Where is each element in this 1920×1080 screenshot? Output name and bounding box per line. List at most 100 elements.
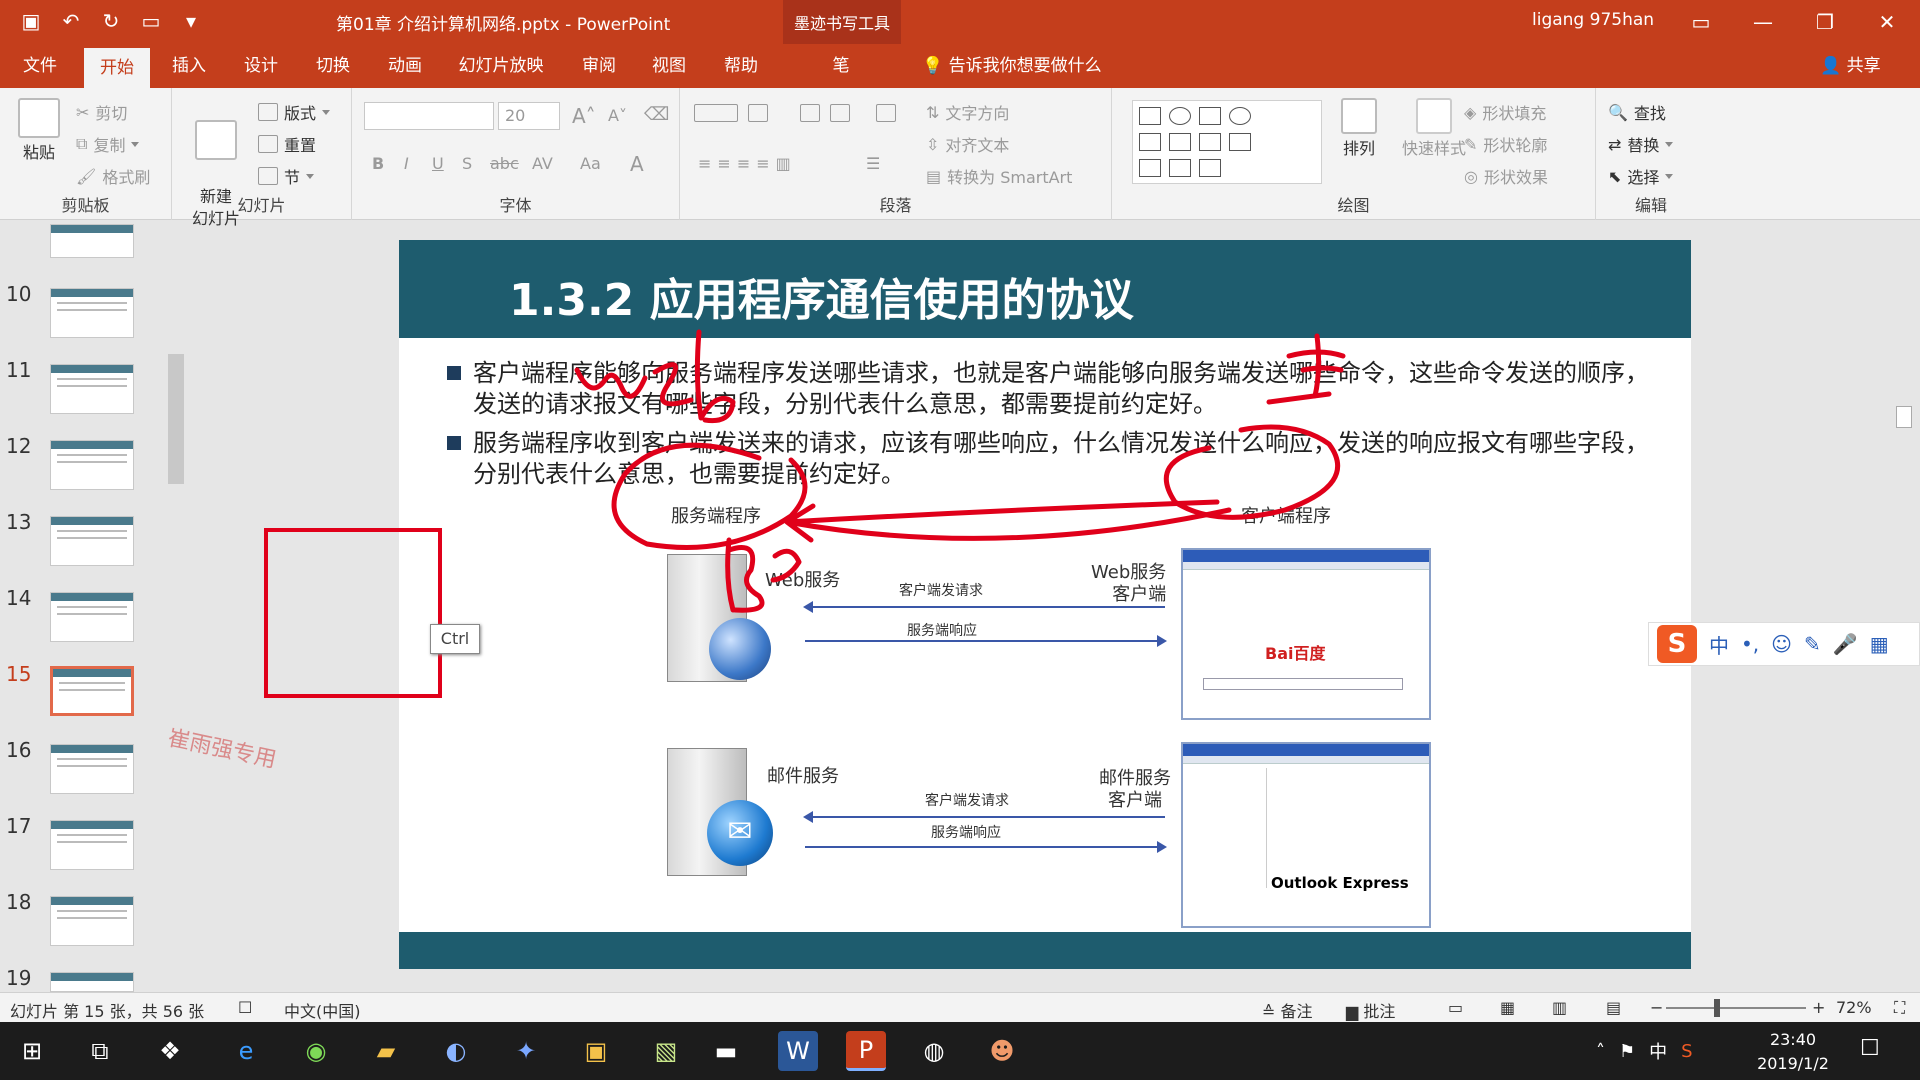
tab-slideshow[interactable]: 幻灯片放映 [450,44,552,88]
increase-indent-icon[interactable] [830,104,850,122]
textbox-shape-icon[interactable] [1139,107,1161,125]
ime-lang-indicator[interactable]: 中 [1709,630,1729,659]
app-icon-7[interactable]: ☻ [982,1031,1022,1071]
quick-styles-button[interactable]: 快速样式 [1394,98,1474,160]
share-button[interactable]: 👤 共享 [1820,44,1881,88]
shadow-button[interactable]: S [462,154,472,173]
redo-icon[interactable]: ↻ [96,6,126,36]
edge-browser-icon[interactable]: e [226,1031,266,1071]
notes-button[interactable]: ≙ 备注 [1262,998,1313,1022]
down-arrow-shape-icon[interactable] [1229,133,1251,151]
shape-fill-button[interactable]: ◈ 形状填充 [1464,100,1546,124]
rectangle-shape-icon[interactable] [1199,107,1221,125]
bullets-icon[interactable] [694,104,738,122]
normal-view-icon[interactable]: ▭ [1448,998,1463,1017]
bold-button[interactable]: B [372,154,384,173]
tab-help[interactable]: 帮助 [712,44,770,88]
columns-icon[interactable]: ☰ [866,154,880,173]
slide-canvas[interactable]: 1.3.2 应用程序通信使用的协议 客户端程序能够向服务端程序发送哪些请求，也就… [399,240,1691,969]
save-icon[interactable]: ▣ [16,6,46,36]
arrow-shape-icon[interactable] [1199,133,1221,151]
app-icon-2[interactable]: ◐ [436,1031,476,1071]
section-button[interactable]: 节 [258,164,315,188]
paste-button[interactable]: 粘贴 [14,98,64,164]
triangle-shape-icon[interactable] [1169,133,1191,151]
line-spacing-icon[interactable] [876,104,896,122]
word-icon[interactable]: W [778,1031,818,1071]
tray-expand-icon[interactable]: ˄ [1596,1041,1605,1062]
align-buttons[interactable]: ≡≡≡≡▥ [698,154,797,173]
select-button[interactable]: ⬉ 选择 [1608,164,1674,188]
align-text-button[interactable]: ⇳ 对齐文本 [926,132,1009,156]
tray-ime-indicator[interactable]: 中 [1649,1038,1667,1064]
ime-punct-icon[interactable]: •, [1741,632,1759,656]
thumbnail-slide[interactable] [50,440,134,490]
thumbnail-slide[interactable] [50,896,134,946]
clear-formatting-icon[interactable]: ⌫ [644,104,669,125]
italic-button[interactable]: I [404,154,409,173]
zoom-level[interactable]: 72% [1836,998,1872,1017]
reset-button[interactable]: 重置 [258,132,316,156]
terminal-icon[interactable]: ▬ [706,1031,746,1071]
tray-sogou-icon[interactable]: S [1681,1041,1692,1062]
thumbnail-scroll-thumb[interactable] [168,354,184,484]
ime-toolbox-icon[interactable]: ▦ [1870,632,1889,656]
rect2-shape-icon[interactable] [1139,133,1161,151]
sogou-logo-icon[interactable]: S [1657,625,1697,663]
change-case-button[interactable]: Aa [580,154,601,173]
ime-pen-icon[interactable]: ✎ [1804,632,1821,656]
copy-button[interactable]: ⧉ 复制 [76,132,140,156]
thumbnail-scrollbar[interactable] [166,226,186,988]
tab-design[interactable]: 设计 [232,44,290,88]
ime-mic-icon[interactable]: 🎤 [1833,632,1858,656]
thumbnail-slide[interactable] [50,744,134,794]
layout-button[interactable]: 版式 [258,100,331,124]
zoom-slider-knob[interactable] [1714,999,1720,1017]
app-icon-3[interactable]: ✦ [506,1031,546,1071]
character-spacing-button[interactable]: AV [532,154,553,173]
file-explorer-icon[interactable]: ▰ [366,1031,406,1071]
thumbnail-slide[interactable] [50,592,134,642]
slideshow-icon[interactable]: ▤ [1606,998,1621,1017]
ribbon-display-options-icon[interactable]: ▭ [1670,0,1732,44]
slide-vertical-scrollbar[interactable] [1894,224,1914,992]
find-button[interactable]: 🔍 查找 [1608,100,1666,124]
shape-outline-button[interactable]: ✎ 形状轮廓 [1464,132,1547,156]
powerpoint-icon[interactable]: P [846,1031,886,1071]
bullet-2[interactable]: 服务端程序收到客户端发送来的请求，应该有哪些响应，什么情况发送什么响应，发送的响… [445,428,1655,490]
slide-sorter-icon[interactable]: ▦ [1500,998,1515,1017]
bullet-1[interactable]: 客户端程序能够向服务端程序发送哪些请求，也就是客户端能够向服务端发送哪些命令，这… [445,358,1655,420]
task-view-icon[interactable]: ⧉ [80,1031,120,1071]
fit-to-window-icon[interactable]: ⛶ [1894,998,1905,1018]
smartart-button[interactable]: ▤ 转换为 SmartArt [926,164,1072,188]
shapes-gallery[interactable] [1132,100,1322,184]
underline-button[interactable]: U [432,154,444,173]
strikethrough-button[interactable]: abc [490,154,519,173]
thumbnail-slide[interactable] [50,288,134,338]
undo-icon[interactable]: ↶ [56,6,86,36]
curve-shape-icon[interactable] [1169,159,1191,177]
ime-emoji-icon[interactable]: ☺ [1771,632,1792,656]
slide-title[interactable]: 1.3.2 应用程序通信使用的协议 [509,264,1134,328]
app-icon-5[interactable]: ▧ [646,1031,686,1071]
minimize-button[interactable]: — [1732,0,1794,44]
shape-effects-button[interactable]: ◎ 形状效果 [1464,164,1548,188]
tab-file[interactable]: 文件 [8,44,72,88]
zoom-slider[interactable] [1666,1007,1806,1009]
circle-shape-icon[interactable] [1229,107,1251,125]
font-name-field[interactable] [364,102,494,130]
app-icon-1[interactable]: ❖ [150,1031,190,1071]
brace-shape-icon[interactable] [1199,159,1221,177]
language-indicator[interactable]: 中文(中国) [284,998,361,1022]
numbering-icon[interactable] [748,104,768,122]
font-size-field[interactable]: 20 [498,102,560,130]
tray-app-icon[interactable]: ⚑ [1619,1041,1635,1062]
tab-insert[interactable]: 插入 [160,44,218,88]
arrange-button[interactable]: 排列 [1334,98,1384,160]
browser-360-icon[interactable]: ◉ [296,1031,336,1071]
thumbnail-partial[interactable] [50,224,134,258]
reading-view-icon[interactable]: ▥ [1552,998,1567,1017]
comments-button[interactable]: ▆ 批注 [1346,998,1395,1022]
grow-font-icon[interactable]: A˄ [572,104,596,128]
windows-start-icon[interactable]: ⊞ [12,1031,52,1071]
